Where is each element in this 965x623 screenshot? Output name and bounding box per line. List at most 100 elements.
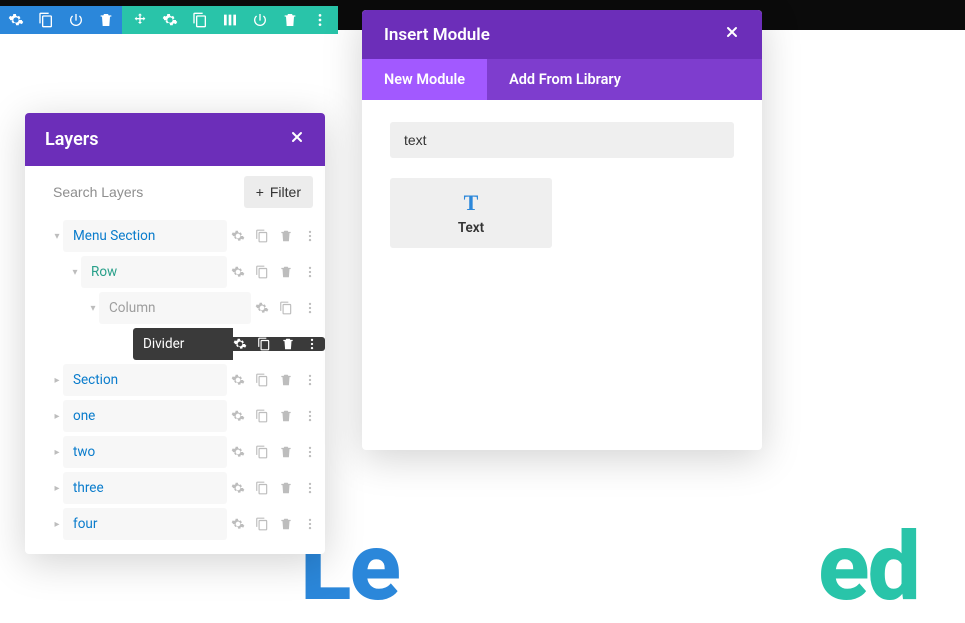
layer-row: ▸four [25, 506, 325, 542]
chevron-right-icon[interactable]: ▸ [51, 411, 63, 422]
search-input[interactable] [53, 184, 236, 200]
text-icon: T [390, 190, 552, 216]
layer-label[interactable]: three [63, 472, 227, 504]
layer-row: Divider [25, 326, 325, 362]
layer-label[interactable]: Menu Section [63, 220, 227, 252]
trash-icon[interactable] [279, 229, 293, 243]
gear-icon[interactable] [231, 229, 245, 243]
gear-icon[interactable] [231, 445, 245, 459]
dup-icon[interactable] [255, 373, 269, 387]
filter-label: Filter [270, 184, 301, 200]
insert-panel-header: Insert Module [362, 10, 762, 59]
gear-icon[interactable] [233, 337, 247, 351]
dup-icon[interactable] [255, 445, 269, 459]
layers-panel-title: Layers [45, 129, 99, 150]
trash-icon[interactable] [279, 517, 293, 531]
more-icon[interactable] [303, 229, 317, 243]
power-icon[interactable] [68, 12, 84, 28]
background-heading: Lexxxxxxxxxed [300, 512, 919, 623]
more-icon[interactable] [303, 373, 317, 387]
dup-icon[interactable] [255, 265, 269, 279]
layer-label[interactable]: four [63, 508, 227, 540]
trash-icon[interactable] [279, 445, 293, 459]
insert-module-panel: Insert Module New ModuleAdd From Library… [362, 10, 762, 450]
trash-icon[interactable] [279, 265, 293, 279]
more-icon[interactable] [303, 301, 317, 315]
more-icon[interactable] [303, 517, 317, 531]
layer-row-actions [231, 409, 325, 423]
trash-icon[interactable] [279, 481, 293, 495]
layer-label[interactable]: Divider [133, 328, 233, 360]
layers-list: ▾Menu Section▾Row▾ColumnDivider▸Section▸… [25, 218, 325, 554]
move-icon[interactable] [132, 12, 148, 28]
module-search-input[interactable] [390, 122, 734, 158]
power-icon[interactable] [252, 12, 268, 28]
trash-icon[interactable] [279, 373, 293, 387]
dup-icon[interactable] [255, 409, 269, 423]
chevron-right-icon[interactable]: ▸ [51, 519, 63, 530]
layer-row-actions [231, 229, 325, 243]
layer-label[interactable]: Column [99, 292, 251, 324]
trash-icon[interactable] [282, 12, 298, 28]
layer-label[interactable]: one [63, 400, 227, 432]
columns-icon[interactable] [222, 12, 238, 28]
layer-row: ▸three [25, 470, 325, 506]
layer-label[interactable]: two [63, 436, 227, 468]
layer-row-actions [231, 445, 325, 459]
dup-icon[interactable] [255, 481, 269, 495]
dup-icon[interactable] [255, 229, 269, 243]
insert-tabs: New ModuleAdd From Library [362, 59, 762, 100]
tab-new-module[interactable]: New Module [362, 59, 487, 100]
more-icon[interactable] [303, 265, 317, 279]
layers-panel-header: Layers [25, 113, 325, 166]
dup-icon[interactable] [255, 517, 269, 531]
more-icon[interactable] [303, 409, 317, 423]
dup-icon[interactable] [257, 337, 271, 351]
layer-label[interactable]: Section [63, 364, 227, 396]
gear-icon[interactable] [231, 517, 245, 531]
gear-icon[interactable] [231, 265, 245, 279]
layer-label[interactable]: Row [81, 256, 227, 288]
layer-row: ▸one [25, 398, 325, 434]
chevron-right-icon[interactable]: ▸ [51, 483, 63, 494]
layer-row-actions [255, 301, 325, 315]
close-icon[interactable] [724, 24, 740, 45]
chevron-right-icon[interactable]: ▸ [51, 447, 63, 458]
more-icon[interactable] [312, 12, 328, 28]
module-label: Text [390, 220, 552, 236]
top-toolbars [0, 6, 338, 34]
module-item-text[interactable]: T Text [390, 178, 552, 248]
filter-button[interactable]: + Filter [244, 176, 313, 208]
more-icon[interactable] [303, 445, 317, 459]
chevron-right-icon[interactable]: ▸ [51, 375, 63, 386]
duplicate-icon[interactable] [192, 12, 208, 28]
section-toolbar [0, 6, 122, 34]
tab-add-from-library[interactable]: Add From Library [487, 59, 643, 100]
gear-icon[interactable] [231, 481, 245, 495]
layer-row-actions [231, 373, 325, 387]
gear-icon[interactable] [162, 12, 178, 28]
layer-row: ▸two [25, 434, 325, 470]
layers-search-row: + Filter [25, 166, 325, 218]
more-icon[interactable] [305, 337, 319, 351]
layer-row-actions [233, 337, 325, 351]
trash-icon[interactable] [279, 409, 293, 423]
chevron-down-icon[interactable]: ▾ [69, 267, 81, 278]
insert-body: T Text [362, 100, 762, 270]
gear-icon[interactable] [231, 373, 245, 387]
more-icon[interactable] [303, 481, 317, 495]
dup-icon[interactable] [279, 301, 293, 315]
layer-row-actions [231, 481, 325, 495]
layer-row: ▸Section [25, 362, 325, 398]
duplicate-icon[interactable] [38, 12, 54, 28]
gear-icon[interactable] [255, 301, 269, 315]
close-icon[interactable] [289, 129, 305, 150]
gear-icon[interactable] [231, 409, 245, 423]
trash-icon[interactable] [98, 12, 114, 28]
trash-icon[interactable] [281, 337, 295, 351]
chevron-down-icon[interactable]: ▾ [51, 231, 63, 242]
plus-icon: + [256, 184, 264, 200]
layer-row-actions [231, 517, 325, 531]
chevron-down-icon[interactable]: ▾ [87, 303, 99, 314]
gear-icon[interactable] [8, 12, 24, 28]
